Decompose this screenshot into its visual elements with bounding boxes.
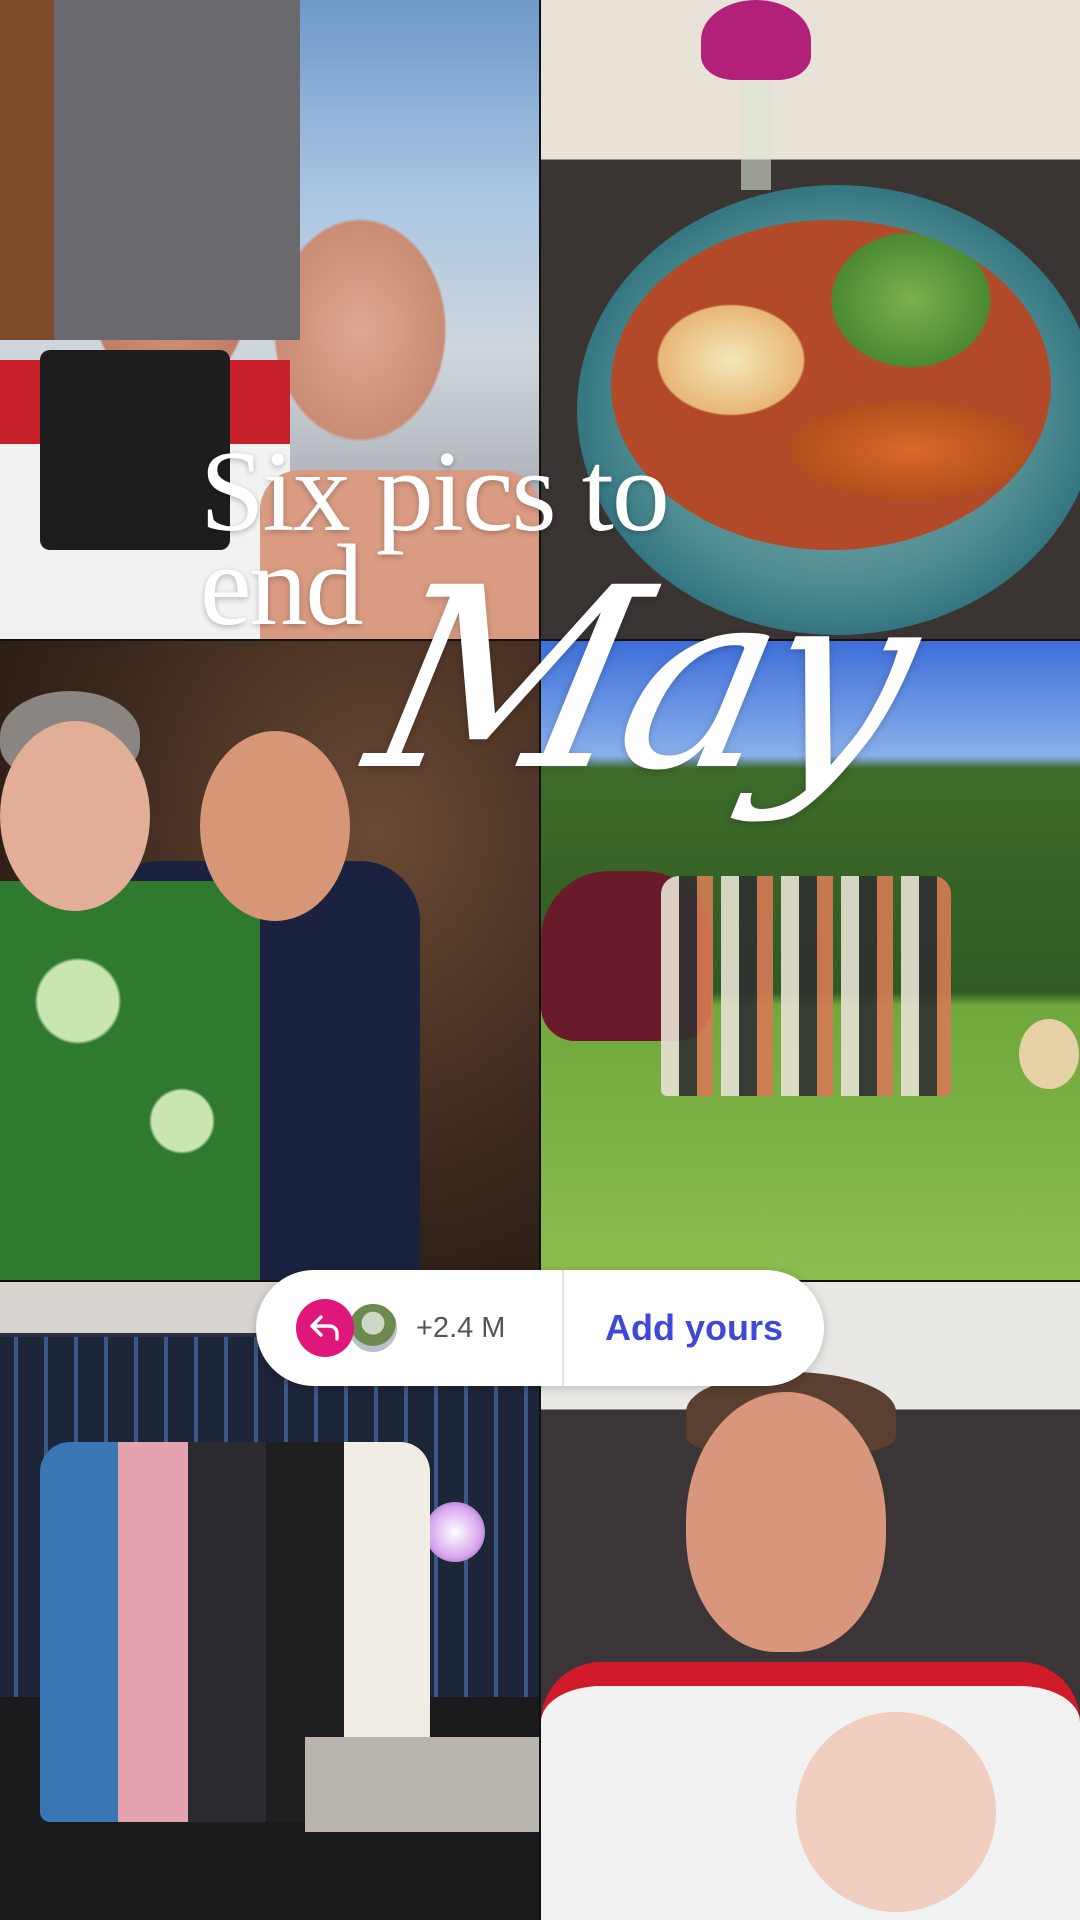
add-yours-button[interactable]: Add yours — [564, 1307, 824, 1349]
add-yours-participants[interactable]: +2.4 M — [256, 1270, 562, 1386]
add-yours-sticker[interactable]: +2.4 M Add yours — [256, 1270, 824, 1386]
participant-count: +2.4 M — [416, 1311, 506, 1344]
participant-avatar — [346, 1301, 400, 1355]
reply-arrow-icon — [296, 1299, 354, 1357]
photo-grid — [0, 0, 1080, 1920]
title-script-word: May — [349, 534, 934, 825]
